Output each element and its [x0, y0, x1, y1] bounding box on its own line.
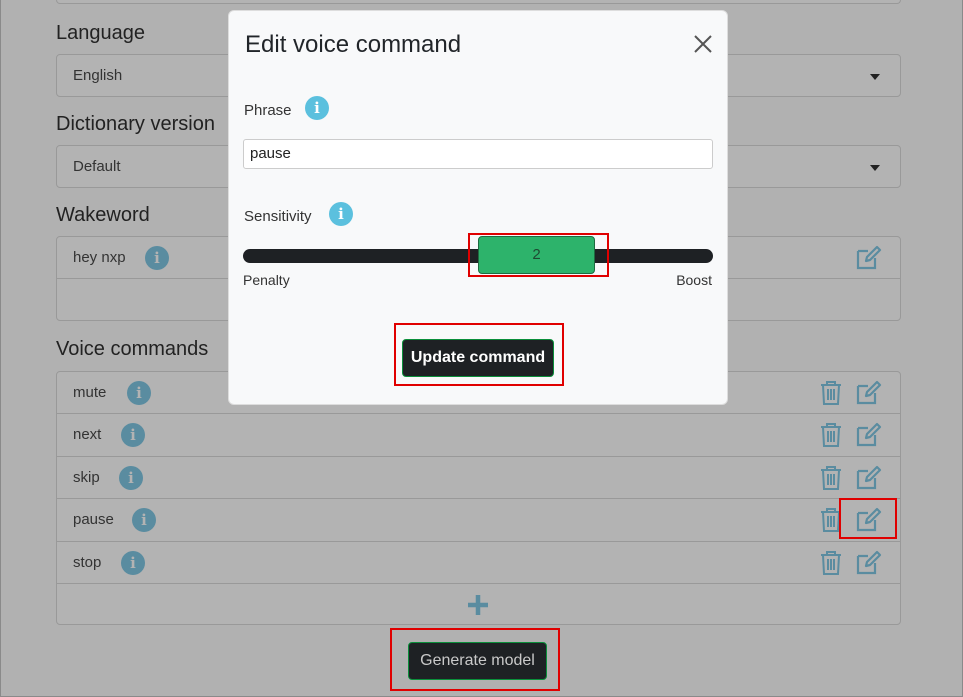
wakeword-label: hey nxp	[73, 249, 126, 266]
trash-icon[interactable]	[817, 379, 845, 407]
voice-command-label: next	[73, 426, 102, 444]
language-title: Language	[56, 22, 145, 44]
voice-command-row: skip i	[57, 457, 900, 500]
chevron-down-icon	[870, 74, 880, 80]
voice-command-row: next i	[57, 414, 900, 457]
voice-command-label: mute	[73, 384, 107, 401]
generate-model-button[interactable]: Generate model	[408, 642, 547, 680]
wakeword-title: Wakeword	[56, 204, 150, 226]
close-icon[interactable]	[693, 34, 713, 54]
trash-icon[interactable]	[817, 464, 845, 492]
info-icon[interactable]: i	[305, 96, 329, 120]
info-icon[interactable]: i	[329, 202, 353, 226]
chevron-down-icon	[870, 165, 880, 171]
trash-icon[interactable]	[817, 549, 845, 577]
edit-voice-command-modal: Edit voice command Phrase i pause Sensit…	[228, 10, 728, 405]
previous-section-edge	[56, 0, 901, 4]
trash-icon[interactable]	[817, 421, 845, 449]
info-icon[interactable]: i	[127, 381, 151, 405]
info-icon[interactable]: i	[132, 508, 156, 533]
edit-icon[interactable]	[854, 421, 882, 449]
edit-icon[interactable]	[854, 464, 882, 492]
update-command-button[interactable]: Update command	[402, 339, 554, 377]
dictionary-value: Default	[73, 158, 121, 175]
voice-command-row: pause i	[57, 499, 900, 542]
plus-icon[interactable]	[466, 593, 490, 617]
edit-icon[interactable]	[854, 379, 882, 407]
info-icon[interactable]: i	[145, 246, 169, 270]
language-value: English	[73, 67, 123, 84]
penalty-label: Penalty	[243, 272, 290, 288]
voice-command-label: skip	[73, 468, 100, 486]
edit-icon[interactable]	[854, 506, 882, 534]
modal-title: Edit voice command	[245, 31, 462, 58]
sensitivity-slider-thumb[interactable]: 2	[478, 236, 595, 274]
info-icon[interactable]: i	[121, 423, 145, 448]
voice-command-label: pause	[73, 511, 114, 529]
voice-commands-title: Voice commands	[56, 338, 209, 360]
edit-icon[interactable]	[854, 244, 882, 272]
boost-label: Boost	[676, 272, 712, 288]
voice-command-row: stop i	[57, 542, 900, 584]
info-icon[interactable]: i	[121, 550, 145, 575]
voice-commands-list: mute i next i skip i pause i stop i	[56, 371, 901, 625]
phrase-label: Phrase	[244, 102, 292, 119]
trash-icon[interactable]	[817, 506, 845, 534]
sensitivity-label: Sensitivity	[244, 208, 312, 225]
voice-command-label: stop	[73, 553, 102, 571]
info-icon[interactable]: i	[119, 465, 143, 490]
edit-icon[interactable]	[854, 549, 882, 577]
dictionary-title: Dictionary version	[56, 113, 215, 135]
add-command-row[interactable]	[57, 584, 900, 626]
phrase-input[interactable]: pause	[243, 139, 713, 169]
